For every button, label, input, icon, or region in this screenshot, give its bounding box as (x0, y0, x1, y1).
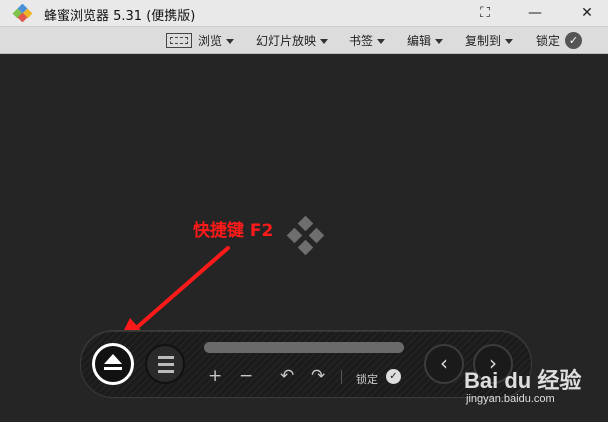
menu-icon-line (158, 363, 174, 366)
placeholder-logo-icon (286, 216, 325, 256)
chevron-down-icon (226, 39, 235, 44)
menu-icon-line (158, 370, 174, 373)
menu-icon (158, 356, 174, 359)
fullscreen-button[interactable]: ⛶ (470, 0, 500, 26)
check-icon[interactable]: ✓ (386, 369, 401, 384)
bookmarks-menu[interactable]: 书签 (349, 32, 386, 49)
edit-menu[interactable]: 编辑 (407, 32, 444, 49)
window-title: 蜂蜜浏览器 5.31 (便携版) (44, 9, 196, 24)
chevron-down-icon (320, 39, 329, 44)
control-divider (341, 370, 342, 384)
title-bar: 蜂蜜浏览器 5.31 (便携版) ⛶ — ✕ (0, 0, 608, 27)
lock-button[interactable]: 锁定 (536, 32, 560, 49)
chevron-down-icon (435, 39, 444, 44)
watermark-brand: Bai du 经验 (464, 368, 582, 393)
chevron-down-icon (377, 39, 386, 44)
control-lock-button[interactable]: 锁定 (356, 371, 378, 387)
previous-button[interactable]: ‹ (424, 344, 464, 384)
check-icon[interactable]: ✓ (565, 32, 582, 49)
chevron-down-icon (505, 39, 514, 44)
annotation-label: 快捷键 F2 (193, 221, 274, 241)
eject-icon-bar (104, 367, 122, 370)
rotate-right-button[interactable]: ↷ (311, 366, 325, 386)
eject-button[interactable] (92, 343, 134, 385)
view-menu[interactable]: 浏览 (198, 32, 235, 49)
zoom-out-button[interactable]: − (239, 366, 253, 386)
zoom-in-button[interactable]: + (208, 366, 222, 386)
app-logo-icon (12, 4, 33, 22)
minimize-button[interactable]: — (520, 0, 550, 26)
slideshow-menu[interactable]: 幻灯片放映 (256, 32, 329, 49)
watermark-url: jingyan.baidu.com (466, 393, 555, 405)
close-button[interactable]: ✕ (572, 0, 602, 26)
app-window: 蜂蜜浏览器 5.31 (便携版) ⛶ — ✕ 浏览 幻灯片放映 书签 编辑 复制… (0, 0, 608, 422)
view-mode-icon[interactable] (166, 33, 192, 48)
position-slider[interactable] (204, 342, 404, 353)
copy-to-menu[interactable]: 复制到 (465, 32, 514, 49)
eject-icon (104, 354, 122, 364)
main-toolbar: 浏览 幻灯片放映 书签 编辑 复制到 锁定 ✓ (0, 27, 608, 54)
menu-button[interactable] (145, 344, 185, 384)
rotate-left-button[interactable]: ↶ (280, 366, 294, 386)
